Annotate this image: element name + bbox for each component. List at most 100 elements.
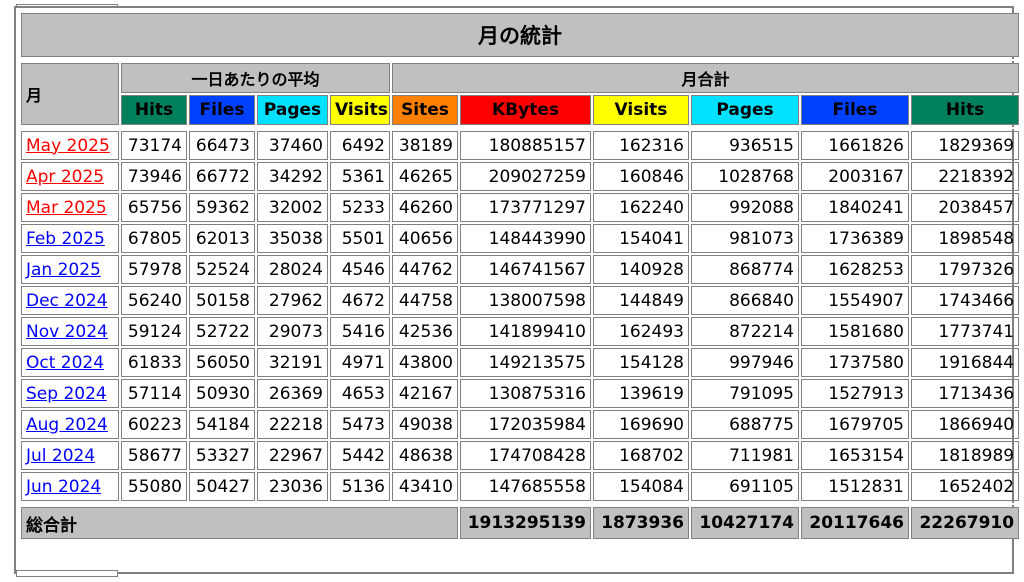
total-sites-cell: 42536 (392, 317, 458, 346)
avg-visits-cell: 4546 (330, 255, 390, 284)
avg-visits-cell: 6492 (330, 131, 390, 160)
table-row: Dec 2024 56240 50158 27962 4672 44758 13800759… (21, 286, 1020, 315)
month-link[interactable]: Jan 2025 (26, 260, 101, 280)
avg-pages-cell: 28024 (257, 255, 328, 284)
total-visits-cell: 162493 (593, 317, 689, 346)
month-cell: Apr 2025 (21, 162, 119, 191)
table-row: May 2025 73174 66473 37460 6492 38189 18088515… (21, 131, 1020, 160)
grand-total-hits: 22267910 (911, 507, 1020, 539)
month-link[interactable]: Nov 2024 (26, 322, 108, 342)
avg-visits-cell: 4971 (330, 348, 390, 377)
avg-files-cell: 52722 (189, 317, 255, 346)
avg-hits-cell: 57978 (121, 255, 187, 284)
avg-hits-cell: 73946 (121, 162, 187, 191)
avg-pages-cell: 32191 (257, 348, 328, 377)
total-sites-cell: 43800 (392, 348, 458, 377)
grand-total-kbytes: 1913295139 (460, 507, 591, 539)
total-pages-header: Pages (691, 95, 799, 125)
table-row: Feb 2025 67805 62013 35038 5501 40656 14844399… (21, 224, 1020, 253)
total-visits-cell: 154084 (593, 472, 689, 501)
total-pages-cell: 1028768 (691, 162, 799, 191)
total-files-cell: 1512831 (801, 472, 909, 501)
month-link[interactable]: Jun 2024 (26, 477, 101, 497)
grand-total-files: 20117646 (801, 507, 909, 539)
total-sites-cell: 44758 (392, 286, 458, 315)
avg-pages-cell: 23036 (257, 472, 328, 501)
total-hits-cell: 1713436 (911, 379, 1020, 408)
total-kbytes-cell: 209027259 (460, 162, 591, 191)
total-files-cell: 1527913 (801, 379, 909, 408)
grand-total-label: 総合計 (21, 507, 458, 539)
total-sites-cell: 46260 (392, 193, 458, 222)
total-pages-cell: 981073 (691, 224, 799, 253)
total-hits-cell: 1652402 (911, 472, 1020, 501)
total-visits-cell: 144849 (593, 286, 689, 315)
total-files-header: Files (801, 95, 909, 125)
avg-visits-header: Visits (330, 95, 390, 125)
total-sites-cell: 42167 (392, 379, 458, 408)
total-hits-header: Hits (911, 95, 1020, 125)
monthly-stats-table: 月の統計 月 一日あたりの平均 月合計 Hits Files Pages Visits… (19, 11, 1021, 541)
total-sites-header: Sites (392, 95, 458, 125)
month-link[interactable]: Feb 2025 (26, 229, 105, 249)
month-cell: Sep 2024 (21, 379, 119, 408)
avg-hits-cell: 65756 (121, 193, 187, 222)
month-link[interactable]: Mar 2025 (26, 198, 107, 218)
monthly-stats-frame: 月の統計 月 一日あたりの平均 月合計 Hits Files Pages Visits… (14, 6, 1020, 574)
avg-pages-cell: 22967 (257, 441, 328, 470)
table-row: Mar 2025 65756 59362 32002 5233 46260 17377129… (21, 193, 1020, 222)
total-hits-cell: 1866940 (911, 410, 1020, 439)
month-link[interactable]: Jul 2024 (26, 446, 95, 466)
avg-visits-cell: 5416 (330, 317, 390, 346)
month-link[interactable]: May 2025 (26, 136, 110, 156)
avg-pages-header: Pages (257, 95, 328, 125)
total-pages-cell: 997946 (691, 348, 799, 377)
avg-visits-cell: 4672 (330, 286, 390, 315)
table-row: Oct 2024 61833 56050 32191 4971 43800 14921357… (21, 348, 1020, 377)
total-files-cell: 1679705 (801, 410, 909, 439)
month-link[interactable]: Sep 2024 (26, 384, 107, 404)
total-sites-cell: 49038 (392, 410, 458, 439)
month-cell: Jan 2025 (21, 255, 119, 284)
month-link[interactable]: Oct 2024 (26, 353, 104, 373)
table-row: Apr 2025 73946 66772 34292 5361 46265 20902725… (21, 162, 1020, 191)
month-cell: Mar 2025 (21, 193, 119, 222)
avg-visits-cell: 5136 (330, 472, 390, 501)
month-link[interactable]: Dec 2024 (26, 291, 108, 311)
total-kbytes-cell: 147685558 (460, 472, 591, 501)
month-cell: Jun 2024 (21, 472, 119, 501)
total-files-cell: 1737580 (801, 348, 909, 377)
total-sites-cell: 38189 (392, 131, 458, 160)
month-cell: Nov 2024 (21, 317, 119, 346)
total-pages-cell: 868774 (691, 255, 799, 284)
avg-files-header: Files (189, 95, 255, 125)
total-visits-cell: 162316 (593, 131, 689, 160)
month-cell: Dec 2024 (21, 286, 119, 315)
avg-visits-cell: 5442 (330, 441, 390, 470)
table-row: Sep 2024 57114 50930 26369 4653 42167 13087531… (21, 379, 1020, 408)
avg-files-cell: 66772 (189, 162, 255, 191)
total-pages-cell: 791095 (691, 379, 799, 408)
avg-pages-cell: 26369 (257, 379, 328, 408)
frame-bottom-edge (16, 570, 118, 577)
avg-files-cell: 54184 (189, 410, 255, 439)
total-pages-cell: 711981 (691, 441, 799, 470)
monthly-total-group-header: 月合計 (392, 63, 1020, 93)
total-kbytes-cell: 180885157 (460, 131, 591, 160)
total-files-cell: 1628253 (801, 255, 909, 284)
month-link[interactable]: Apr 2025 (26, 167, 104, 187)
total-hits-cell: 1797326 (911, 255, 1020, 284)
avg-pages-cell: 34292 (257, 162, 328, 191)
total-files-cell: 1661826 (801, 131, 909, 160)
avg-hits-cell: 56240 (121, 286, 187, 315)
total-pages-cell: 936515 (691, 131, 799, 160)
total-pages-cell: 688775 (691, 410, 799, 439)
total-hits-cell: 2218392 (911, 162, 1020, 191)
total-kbytes-cell: 174708428 (460, 441, 591, 470)
avg-hits-cell: 58677 (121, 441, 187, 470)
avg-files-cell: 53327 (189, 441, 255, 470)
total-kbytes-header: KBytes (460, 95, 591, 125)
total-pages-cell: 872214 (691, 317, 799, 346)
month-link[interactable]: Aug 2024 (26, 415, 108, 435)
total-hits-cell: 1773741 (911, 317, 1020, 346)
